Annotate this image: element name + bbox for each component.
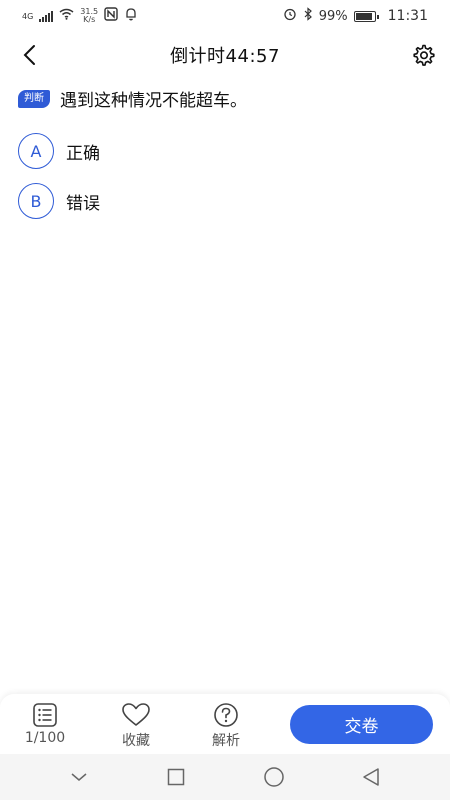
option-a[interactable]: A 正确 [18,133,318,169]
network-speed: 31.5 K/s [80,8,98,24]
triangle-back-icon [363,768,379,786]
battery-icon [353,10,379,22]
network-type: 4G [22,11,34,21]
network-speed-unit: K/s [83,15,96,24]
option-text: 错误 [66,193,100,214]
nav-home-button[interactable] [254,757,294,797]
back-button[interactable] [14,40,44,70]
system-nav-bar [0,754,450,800]
bottom-toolbar: 1/100 收藏 解析 交卷 [0,694,450,754]
option-b[interactable]: B 错误 [18,183,318,219]
clock: 11:31 [387,8,428,24]
heart-icon [122,703,150,726]
option-letter: A [18,133,54,169]
settings-button[interactable] [408,40,438,70]
favorite-label: 收藏 [122,733,150,749]
battery-percent: 99% [318,8,348,24]
nav-collapse-button[interactable] [59,757,99,797]
notification-bell-icon [124,7,138,25]
signal-icon [39,10,54,22]
square-icon [168,768,185,786]
analysis-button[interactable]: 解析 [198,702,254,752]
question-type-badge: 判断 [18,89,50,108]
question-mark-icon [214,703,238,727]
option-text: 正确 [66,143,100,164]
question-list-button[interactable]: 1/100 [17,702,73,752]
nfc-icon [104,7,118,25]
submit-exam-button[interactable]: 交卷 [290,705,433,744]
nav-recents-button[interactable] [156,757,196,797]
question: 判断 遇到这种情况不能超车。 [18,86,432,111]
status-right: 99% 11:31 [283,7,428,25]
question-text: 遇到这种情况不能超车。 [60,91,247,111]
alarm-icon [283,7,297,25]
screen: 4G 31.5 K/s 99% 11:31 倒计时44:57 判断 遇到这种情况… [0,0,450,800]
status-left: 4G 31.5 K/s [22,7,138,25]
wifi-icon [59,8,74,24]
analysis-label: 解析 [212,733,240,749]
countdown-title: 倒计时44:57 [170,46,280,67]
option-letter: B [18,183,54,219]
circle-icon [264,767,284,787]
chevron-down-icon [71,773,87,781]
bluetooth-icon [303,7,313,25]
header: 倒计时44:57 [0,32,450,78]
progress-label: 1/100 [24,730,66,746]
status-bar: 4G 31.5 K/s 99% 11:31 [0,0,450,32]
gear-icon [413,44,435,66]
nav-back-button[interactable] [351,757,391,797]
list-icon [33,703,57,727]
chevron-left-icon [23,45,35,65]
favorite-button[interactable]: 收藏 [108,702,164,752]
